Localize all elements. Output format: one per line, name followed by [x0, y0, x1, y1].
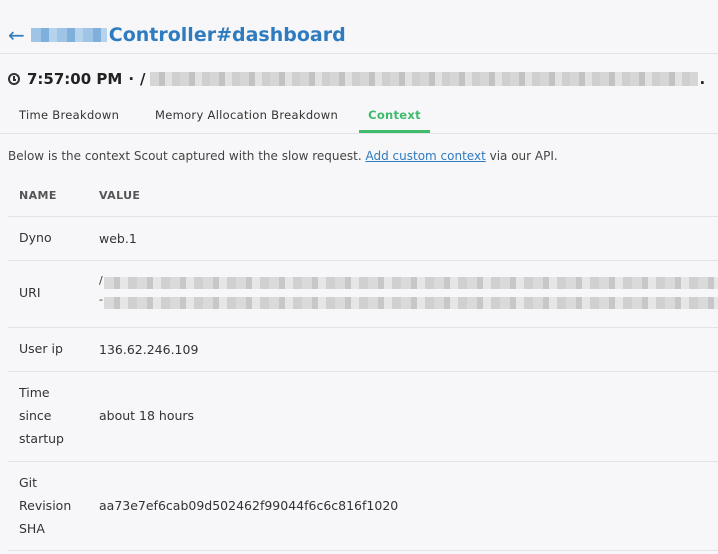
context-value-user-ip: 136.62.246.109: [99, 342, 199, 357]
context-value-time-since-startup: about 18 hours: [99, 408, 195, 423]
redacted-uri-line-2: [104, 297, 718, 309]
key-line: Revision: [19, 498, 72, 513]
intro-text: Below is the context Scout captured with…: [8, 149, 366, 163]
intro-text-tail: via our API.: [485, 149, 558, 163]
key-line: Git: [19, 475, 38, 490]
redacted-controller-name: [30, 28, 107, 42]
column-header-value: VALUE: [99, 189, 141, 202]
key-line: since: [19, 408, 52, 423]
tab-divider: [0, 133, 718, 134]
request-path-prefix: /: [140, 70, 146, 88]
key-line: Time: [19, 385, 50, 400]
context-intro: Below is the context Scout captured with…: [8, 149, 558, 163]
context-key-dyno: Dyno: [19, 230, 52, 245]
separator: ·: [128, 70, 135, 88]
page-title-row: ← Controller#dashboard: [8, 22, 346, 48]
context-value-git-revision-sha: aa73e7ef6cab09d502462f99044f6c6c816f1020: [99, 498, 399, 513]
redacted-request-path: [149, 72, 698, 86]
tab-context[interactable]: Context: [359, 100, 430, 133]
row-divider: [8, 216, 718, 217]
row-divider: [8, 550, 718, 551]
context-value-uri-prefix-1: /: [99, 274, 103, 287]
back-arrow-icon[interactable]: ←: [8, 25, 25, 45]
add-custom-context-link[interactable]: Add custom context: [366, 149, 486, 163]
row-divider: [8, 260, 718, 261]
column-header-name: NAME: [19, 189, 57, 202]
context-key-time-since-startup: Time since startup: [19, 381, 64, 450]
request-path-suffix: .: [699, 70, 706, 88]
context-value-uri-prefix-2: -: [99, 293, 103, 306]
context-key-git-revision-sha: Git Revision SHA: [19, 471, 71, 540]
request-time: 7:57:00 PM: [27, 70, 123, 88]
context-value-dyno: web.1: [99, 231, 137, 246]
row-divider: [8, 327, 718, 328]
row-divider: [8, 371, 718, 372]
context-key-uri: URI: [19, 285, 41, 300]
page-title[interactable]: Controller#dashboard: [109, 24, 346, 46]
key-line: SHA: [19, 521, 45, 536]
tab-time-breakdown[interactable]: Time Breakdown: [19, 100, 119, 133]
tab-bar: Time Breakdown Memory Allocation Breakdo…: [0, 100, 718, 133]
divider: [0, 53, 718, 54]
request-time-row: 7:57:00 PM · / .: [8, 68, 705, 90]
page: ← Controller#dashboard 7:57:00 PM · / . …: [0, 0, 718, 554]
redacted-uri-line-1: [104, 277, 718, 289]
clock-icon: [8, 73, 20, 85]
tab-memory-allocation-breakdown[interactable]: Memory Allocation Breakdown: [155, 100, 338, 133]
key-line: startup: [19, 431, 64, 446]
row-divider: [8, 461, 718, 462]
context-key-user-ip: User ip: [19, 341, 63, 356]
